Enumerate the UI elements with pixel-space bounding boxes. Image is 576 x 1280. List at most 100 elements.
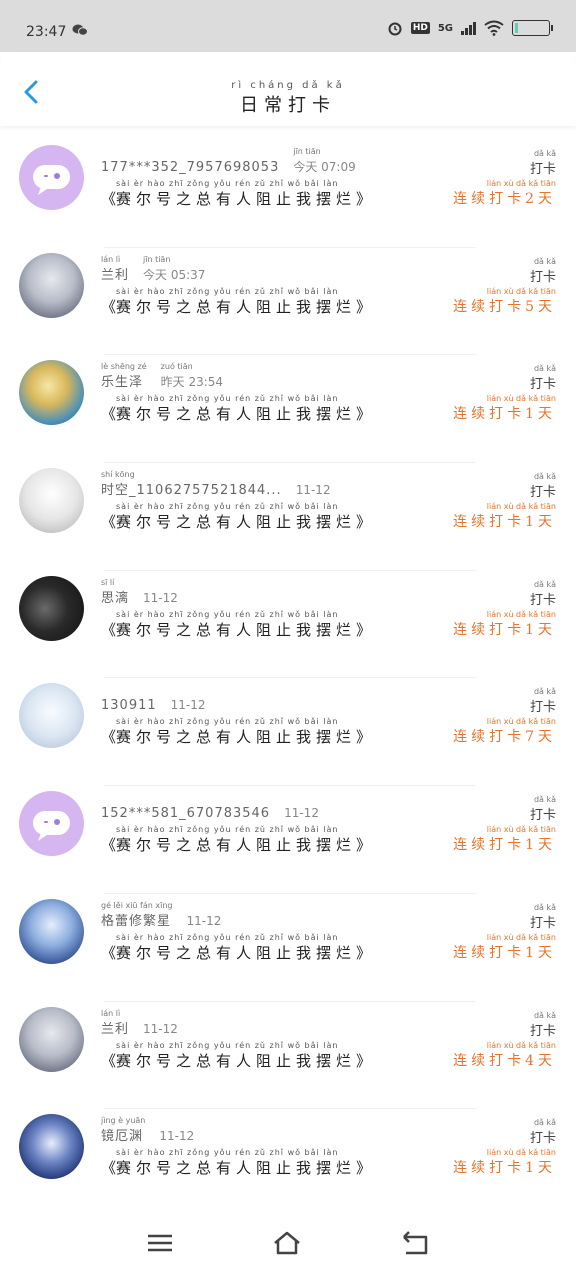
user-name: 152***581_670783546 bbox=[101, 806, 271, 822]
name-line: 152***581_670783546 11-12 bbox=[101, 794, 319, 821]
default-avatar-icon bbox=[33, 811, 70, 842]
avatar[interactable] bbox=[19, 683, 84, 749]
message-block: sài èr hào zhī zǒng yǒu rén zǔ zhǐ wǒ bǎ… bbox=[116, 179, 356, 209]
checkin-label-pinyin: dǎ kǎ bbox=[533, 579, 556, 589]
checkin-time: 今天 07:09 bbox=[293, 160, 356, 174]
user-name-pinyin bbox=[101, 794, 270, 802]
message-title[interactable]: 《 sài èr hào zhī zǒng yǒu rén zǔ zhǐ wǒ b… bbox=[101, 1041, 371, 1071]
message-title[interactable]: 《 sài èr hào zhī zǒng yǒu rén zǔ zhǐ wǒ b… bbox=[101, 1148, 371, 1178]
checkin-label: dǎ kǎ 打卡 bbox=[530, 364, 556, 393]
checkin-row[interactable]: gé lěi xiū fán xīng 格蕾修繁星 11-12 《 sài èr hào… bbox=[0, 894, 576, 1002]
alarm-icon bbox=[388, 22, 402, 36]
checkin-row[interactable]: lè shēng zé 乐生泽 zuó tiān 昨天 23:54 《 sài èr hà… bbox=[0, 355, 576, 464]
message-text: 赛尔号之总有人阻止我摆烂 bbox=[116, 513, 357, 532]
checkin-label: dǎ kǎ 打卡 bbox=[529, 796, 556, 824]
streak-label: lián xù dǎ kǎ tiān 连续打卡1天 bbox=[453, 610, 556, 639]
battery-icon bbox=[512, 20, 553, 36]
checkin-row[interactable]: 130911 11-12 《 sài èr hào zhī zǒng yǒu rén … bbox=[0, 678, 576, 787]
checkin-time: 11-12 bbox=[284, 806, 319, 821]
close-bracket: 》 bbox=[356, 1051, 372, 1070]
checkin-row[interactable]: 152***581_670783546 11-12 《 sài èr hào zhī … bbox=[0, 786, 576, 894]
streak-pinyin: lián xù dǎ kǎ tiān bbox=[486, 286, 556, 296]
message-title[interactable]: 《 sài èr hào zhī zǒng yǒu rén zǔ zhǐ wǒ b… bbox=[101, 179, 371, 209]
streak-text: 连续打卡2天 bbox=[453, 191, 556, 207]
avatar[interactable] bbox=[19, 145, 84, 210]
user-name-block: lè shēng zé 乐生泽 bbox=[101, 363, 147, 391]
checkin-label: dǎ kǎ 打卡 bbox=[530, 1010, 556, 1039]
name-line: lán lì 兰利 jīn tiān 今天 05:37 bbox=[101, 255, 206, 283]
streak-text: 连续打卡1天 bbox=[453, 944, 556, 961]
message-title[interactable]: 《 sài èr hào zhī zǒng yǒu rén zǔ zhǐ wǒ b… bbox=[101, 610, 371, 640]
checkin-time-pinyin bbox=[143, 1010, 178, 1018]
checkin-row[interactable]: lán lì 兰利 11-12 《 sài èr hào zhī zǒng yǒu ré… bbox=[0, 1002, 576, 1110]
close-bracket: 》 bbox=[356, 190, 372, 208]
checkin-time: 今天 05:37 bbox=[143, 267, 206, 282]
message-text: 赛尔号之总有人阻止我摆烂 bbox=[116, 297, 357, 316]
avatar[interactable] bbox=[19, 252, 84, 318]
avatar[interactable] bbox=[19, 1114, 84, 1180]
close-bracket: 》 bbox=[356, 405, 372, 424]
message-block: sài èr hào zhī zǒng yǒu rén zǔ zhǐ wǒ bǎ… bbox=[116, 717, 356, 747]
checkin-row[interactable]: 177***352_7957698053 jīn tiān 今天 07:09 《 sài… bbox=[0, 140, 576, 248]
default-avatar-icon bbox=[33, 165, 70, 195]
streak-text: 连续打卡1天 bbox=[453, 621, 556, 638]
avatar[interactable] bbox=[19, 360, 84, 426]
checkin-time-pinyin bbox=[296, 471, 331, 479]
menu-icon[interactable] bbox=[145, 1228, 175, 1258]
message-title[interactable]: 《 sài èr hào zhī zǒng yǒu rén zǔ zhǐ wǒ b… bbox=[101, 933, 371, 963]
checkin-row[interactable]: lán lì 兰利 jīn tiān 今天 05:37 《 sài èr hào zhī … bbox=[0, 248, 576, 356]
message-pinyin: sài èr hào zhī zǒng yǒu rén zǔ zhǐ wǒ bǎ… bbox=[116, 609, 339, 619]
streak-label: lián xù dǎ kǎ tiān 连续打卡2天 bbox=[453, 180, 556, 208]
message-title[interactable]: 《 sài èr hào zhī zǒng yǒu rén zǔ zhǐ wǒ b… bbox=[101, 825, 371, 855]
avatar[interactable] bbox=[19, 468, 84, 534]
streak-label: lián xù dǎ kǎ tiān 连续打卡1天 bbox=[453, 826, 556, 854]
avatar[interactable] bbox=[19, 898, 84, 964]
avatar[interactable] bbox=[19, 575, 84, 641]
checkin-time-block: 11-12 bbox=[143, 579, 178, 606]
message-text: 赛尔号之总有人阻止我摆烂 bbox=[116, 405, 357, 424]
message-title[interactable]: 《 sài èr hào zhī zǒng yǒu rén zǔ zhǐ wǒ b… bbox=[101, 394, 371, 424]
page-header: rì cháng dǎ kǎ 日常打卡 bbox=[0, 52, 576, 126]
checkin-time: 11-12 bbox=[186, 913, 222, 928]
checkin-time-block: 11-12 bbox=[296, 471, 331, 498]
checkin-label-pinyin: dǎ kǎ bbox=[533, 364, 556, 374]
status-icons: HD 5G bbox=[387, 20, 553, 36]
message-block: sài èr hào zhī zǒng yǒu rén zǔ zhǐ wǒ bǎ… bbox=[116, 825, 356, 855]
checkin-label-text: 打卡 bbox=[529, 485, 556, 501]
open-bracket: 《 bbox=[101, 405, 117, 424]
page-title-pinyin: rì cháng dǎ kǎ bbox=[231, 80, 345, 91]
message-pinyin: sài èr hào zhī zǒng yǒu rén zǔ zhǐ wǒ bǎ… bbox=[116, 286, 339, 296]
checkin-label-text: 打卡 bbox=[529, 700, 556, 716]
checkin-row[interactable]: jìng è yuān 镜厄渊 11-12 《 sài èr hào zhī zǒng … bbox=[0, 1109, 576, 1217]
message-title[interactable]: 《 sài èr hào zhī zǒng yǒu rén zǔ zhǐ wǒ b… bbox=[101, 502, 371, 532]
message-block: sài èr hào zhī zǒng yǒu rén zǔ zhǐ wǒ bǎ… bbox=[116, 933, 356, 963]
checkin-time-pinyin: zuó tiān bbox=[160, 362, 193, 372]
back-nav-icon[interactable] bbox=[400, 1228, 430, 1258]
message-pinyin: sài èr hào zhī zǒng yǒu rén zǔ zhǐ wǒ bǎ… bbox=[116, 932, 339, 942]
message-pinyin: sài èr hào zhī zǒng yǒu rén zǔ zhǐ wǒ bǎ… bbox=[116, 1040, 339, 1050]
user-name-block: gé lěi xiū fán xīng 格蕾修繁星 bbox=[101, 900, 173, 929]
user-name-pinyin: gé lěi xiū fán xīng bbox=[101, 900, 173, 910]
home-icon[interactable] bbox=[272, 1228, 302, 1258]
checkin-label: dǎ kǎ 打卡 bbox=[529, 902, 556, 931]
name-line: lè shēng zé 乐生泽 zuó tiān 昨天 23:54 bbox=[101, 363, 223, 391]
streak-pinyin: lián xù dǎ kǎ tiān bbox=[486, 179, 556, 188]
checkin-list: 177***352_7957698053 jīn tiān 今天 07:09 《 sài… bbox=[0, 140, 576, 1217]
checkin-time-block: zuó tiān 昨天 23:54 bbox=[161, 363, 223, 390]
checkin-label-text: 打卡 bbox=[529, 915, 556, 931]
user-name: 镜厄渊 bbox=[101, 1129, 144, 1145]
checkin-label-pinyin: dǎ kǎ bbox=[533, 1010, 556, 1020]
user-name: 格蕾修繁星 bbox=[101, 913, 172, 929]
message-title[interactable]: 《 sài èr hào zhī zǒng yǒu rén zǔ zhǐ wǒ b… bbox=[101, 287, 371, 317]
checkin-label-pinyin: dǎ kǎ bbox=[533, 902, 556, 912]
avatar[interactable] bbox=[19, 791, 84, 857]
checkin-row[interactable]: shí kōng 时空_11062757521844... 11-12 《 sài èr… bbox=[0, 463, 576, 571]
checkin-label-text: 打卡 bbox=[529, 808, 556, 824]
checkin-row[interactable]: sī lí 思漓 11-12 《 sài èr hào zhī zǒng yǒu rén… bbox=[0, 571, 576, 679]
avatar[interactable] bbox=[19, 1006, 84, 1072]
user-name: 兰利 bbox=[101, 267, 130, 283]
streak-pinyin: lián xù dǎ kǎ tiān bbox=[486, 932, 556, 942]
message-title[interactable]: 《 sài èr hào zhī zǒng yǒu rén zǔ zhǐ wǒ b… bbox=[101, 717, 371, 747]
checkin-time: 昨天 23:54 bbox=[160, 375, 224, 390]
streak-pinyin: lián xù dǎ kǎ tiān bbox=[486, 502, 556, 512]
